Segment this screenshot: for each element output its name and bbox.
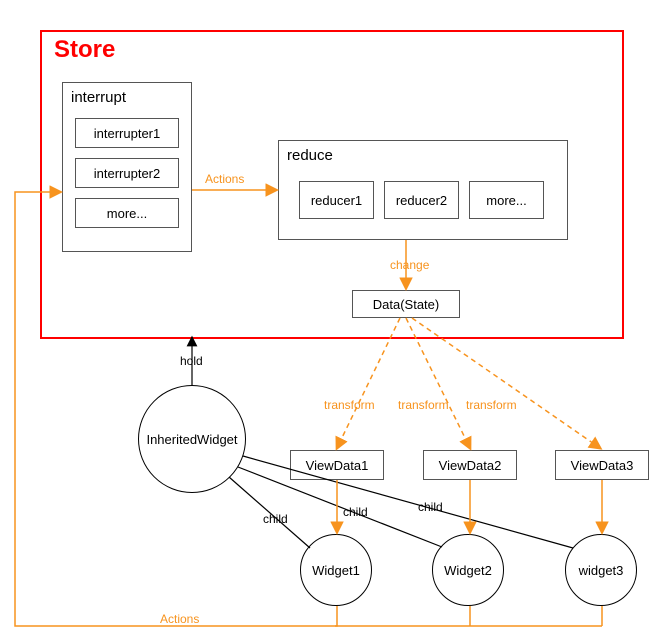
widget3-node: widget3 <box>565 534 637 606</box>
viewdata2-box: ViewData2 <box>423 450 517 480</box>
inherited-widget-node: InheritedWidget <box>138 385 246 493</box>
reduce-container: reduce reducer1 reducer2 more... <box>278 140 568 240</box>
interrupter-more-box: more... <box>75 198 179 228</box>
reducer2-label: reducer2 <box>396 193 447 208</box>
child-label-1: child <box>263 512 288 526</box>
transform-label-1: transform <box>324 398 375 412</box>
diagram-canvas: Store interrupt interrupter1 interrupter… <box>0 0 670 639</box>
interrupt-title: interrupt <box>71 89 126 106</box>
actions-label-2: Actions <box>160 612 199 626</box>
interrupter1-box: interrupter1 <box>75 118 179 148</box>
transform-label-3: transform <box>466 398 517 412</box>
widget1-node: Widget1 <box>300 534 372 606</box>
interrupter-more-label: more... <box>107 206 147 221</box>
child-label-2: child <box>343 505 368 519</box>
actions-label-1: Actions <box>205 172 244 186</box>
inherited-widget-label: InheritedWidget <box>146 432 237 447</box>
data-state-label: Data(State) <box>373 297 439 312</box>
reducer1-label: reducer1 <box>311 193 362 208</box>
data-state-box: Data(State) <box>352 290 460 318</box>
interrupt-container: interrupt interrupter1 interrupter2 more… <box>62 82 192 252</box>
viewdata1-box: ViewData1 <box>290 450 384 480</box>
reducer1-box: reducer1 <box>299 181 374 219</box>
widget3-label: widget3 <box>579 563 624 578</box>
widget1-label: Widget1 <box>312 563 360 578</box>
widget2-node: Widget2 <box>432 534 504 606</box>
reducer-more-label: more... <box>486 193 526 208</box>
change-label: change <box>390 258 429 272</box>
reducer-more-box: more... <box>469 181 544 219</box>
viewdata1-label: ViewData1 <box>306 458 369 473</box>
reducer2-box: reducer2 <box>384 181 459 219</box>
transform-label-2: transform <box>398 398 449 412</box>
widget2-label: Widget2 <box>444 563 492 578</box>
reduce-title: reduce <box>287 147 333 164</box>
interrupter2-box: interrupter2 <box>75 158 179 188</box>
viewdata3-label: ViewData3 <box>571 458 634 473</box>
viewdata3-box: ViewData3 <box>555 450 649 480</box>
interrupter2-label: interrupter2 <box>94 166 160 181</box>
store-title: Store <box>54 36 115 64</box>
interrupter1-label: interrupter1 <box>94 126 160 141</box>
viewdata2-label: ViewData2 <box>439 458 502 473</box>
hold-label: hold <box>180 354 203 368</box>
child-label-3: child <box>418 500 443 514</box>
